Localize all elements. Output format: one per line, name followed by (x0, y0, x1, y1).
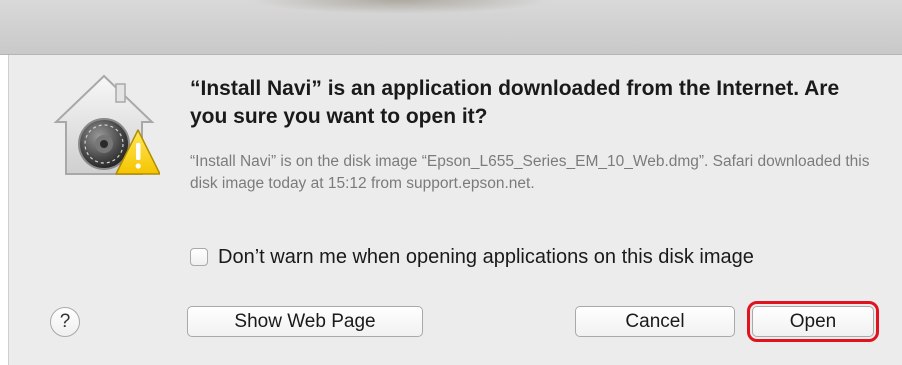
security-dialog-window: “Install Navi” is an application downloa… (0, 0, 902, 365)
titlebar-shadow (250, 0, 550, 14)
show-web-page-button[interactable]: Show Web Page (187, 306, 423, 337)
dont-warn-checkbox-label[interactable]: Don’t warn me when opening applications … (218, 246, 754, 269)
gatekeeper-warning-icon (53, 74, 160, 175)
open-button[interactable]: Open (747, 301, 879, 342)
dont-warn-checkbox-row[interactable]: Don’t warn me when opening applications … (190, 245, 754, 269)
dont-warn-checkbox[interactable] (190, 248, 208, 266)
window-titlebar (0, 0, 902, 55)
dialog-info-text: “Install Navi” is on the disk image “Eps… (190, 153, 870, 192)
dialog-heading: “Install Navi” is an application downloa… (190, 77, 840, 128)
cancel-button[interactable]: Cancel (575, 306, 735, 337)
help-button[interactable]: ? (50, 307, 80, 337)
